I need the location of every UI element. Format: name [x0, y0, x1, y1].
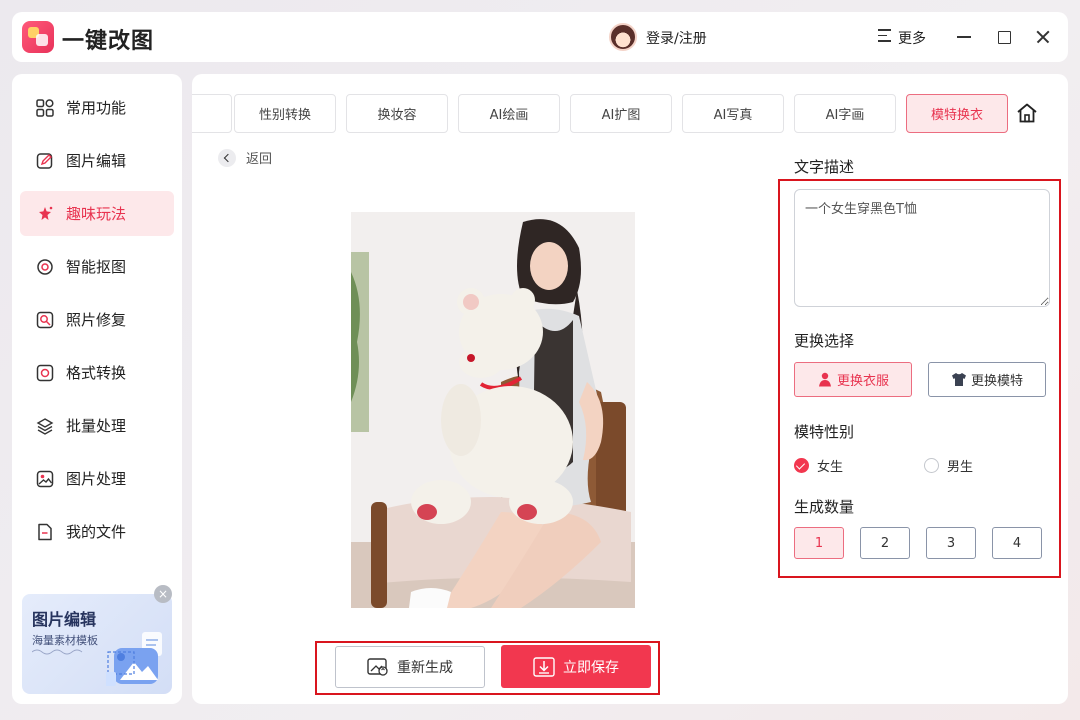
sidebar-item-label: 批量处理: [66, 417, 127, 435]
sidebar-item-label: 趣味玩法: [66, 205, 127, 223]
replace-clothes-label: 更换衣服: [836, 374, 889, 389]
sidebar-item-label: 智能抠图: [66, 258, 127, 276]
app-title: 一键改图: [62, 29, 155, 54]
sidebar-item-common[interactable]: 常用功能: [20, 85, 174, 130]
layers-icon: [36, 417, 54, 435]
back-arrow-icon: [218, 148, 236, 167]
tshirt-icon: [951, 373, 966, 386]
save-button[interactable]: 立即保存: [501, 645, 651, 688]
squiggle-decoration: [32, 649, 83, 655]
regenerate-icon: [367, 658, 388, 676]
tab-gender-swap[interactable]: 性别转换: [234, 94, 336, 133]
menu-icon[interactable]: [878, 29, 891, 43]
gender-female-radio[interactable]: 女生: [794, 456, 843, 475]
replace-title: 更换选择: [794, 332, 855, 350]
count-option-3[interactable]: 3: [926, 527, 976, 559]
sidebar-item-label: 格式转换: [66, 364, 127, 382]
tab-makeup[interactable]: 换妆容: [346, 94, 448, 133]
photo-edit-illustration-icon: [106, 632, 162, 686]
sidebar-item-matting[interactable]: 智能抠图: [20, 244, 174, 289]
target-icon: [37, 258, 53, 275]
count-option-4[interactable]: 4: [992, 527, 1042, 559]
description-textarea[interactable]: 一个女生穿黑色T恤: [794, 189, 1050, 307]
app-logo-icon: [22, 21, 54, 53]
count-title: 生成数量: [794, 498, 855, 516]
main-panel: 性别转换 换妆容 AI绘画 AI扩图 AI写真 AI字画 模特换衣 返回 重新生…: [192, 74, 1068, 704]
replace-model-button[interactable]: 更换模特: [928, 362, 1046, 397]
tab-ai-calligraphy[interactable]: AI字画: [794, 94, 896, 133]
tab-ai-portrait[interactable]: AI写真: [682, 94, 784, 133]
home-icon[interactable]: [1016, 102, 1038, 124]
edit-icon: [36, 152, 53, 169]
image-icon: [36, 470, 54, 487]
sidebar-item-label: 我的文件: [66, 523, 127, 541]
sidebar-item-label: 照片修复: [66, 311, 127, 329]
save-label: 立即保存: [563, 659, 619, 676]
result-image: [351, 212, 635, 608]
promo-subtitle: 海量素材模板: [32, 634, 98, 647]
promo-close-button[interactable]: ×: [154, 585, 172, 603]
minimize-button[interactable]: [952, 25, 976, 49]
repair-icon: [36, 311, 54, 328]
gender-female-label: 女生: [817, 460, 844, 475]
sidebar-item-label: 常用功能: [66, 99, 127, 117]
back-label: 返回: [246, 152, 273, 167]
more-button[interactable]: 更多: [898, 28, 926, 48]
promo-title: 图片编辑: [32, 610, 97, 629]
login-link[interactable]: 登录/注册: [646, 28, 707, 48]
convert-icon: [36, 364, 54, 381]
grid-icon: [36, 98, 54, 117]
sidebar-item-repair[interactable]: 照片修复: [20, 297, 174, 342]
tab-model-outfit[interactable]: 模特换衣: [906, 94, 1008, 133]
sidebar: 常用功能 图片编辑 趣味玩法 智能抠图 照片修复 格式转换 批量处理 图片处理 …: [12, 74, 182, 704]
close-button[interactable]: [1031, 25, 1055, 49]
maximize-button[interactable]: [992, 25, 1016, 49]
replace-model-label: 更换模特: [970, 374, 1023, 389]
count-option-1[interactable]: 1: [794, 527, 844, 559]
sidebar-item-my-files[interactable]: 我的文件: [20, 509, 174, 554]
replace-clothes-button[interactable]: 更换衣服: [794, 362, 912, 397]
radio-unchecked-icon: [924, 458, 939, 473]
user-avatar[interactable]: [609, 23, 637, 51]
gender-male-label: 男生: [947, 460, 974, 475]
tab-ai-expand[interactable]: AI扩图: [570, 94, 672, 133]
gender-title: 模特性别: [794, 423, 855, 441]
promo-banner[interactable]: 图片编辑 海量素材模板: [22, 594, 172, 694]
radio-checked-icon: [794, 458, 809, 473]
gender-male-radio[interactable]: 男生: [924, 456, 973, 475]
regenerate-label: 重新生成: [397, 660, 453, 676]
regenerate-button[interactable]: 重新生成: [335, 646, 485, 688]
sidebar-item-convert[interactable]: 格式转换: [20, 350, 174, 395]
sidebar-item-fun[interactable]: 趣味玩法: [20, 191, 174, 236]
title-bar: 一键改图 登录/注册 更多: [12, 12, 1068, 62]
sidebar-item-image-edit[interactable]: 图片编辑: [20, 138, 174, 183]
sidebar-item-image-process[interactable]: 图片处理: [20, 456, 174, 501]
person-icon: [818, 372, 831, 387]
back-button[interactable]: 返回: [218, 148, 272, 167]
sidebar-item-label: 图片处理: [66, 470, 127, 488]
tab-ai-painting[interactable]: AI绘画: [458, 94, 560, 133]
download-icon: [533, 656, 555, 677]
tab-previous[interactable]: [192, 94, 232, 133]
count-option-2[interactable]: 2: [860, 527, 910, 559]
sidebar-item-label: 图片编辑: [66, 152, 127, 170]
file-icon: [38, 523, 52, 540]
sparkle-icon: [39, 206, 53, 220]
sidebar-item-batch[interactable]: 批量处理: [20, 403, 174, 448]
desc-title: 文字描述: [794, 158, 855, 176]
